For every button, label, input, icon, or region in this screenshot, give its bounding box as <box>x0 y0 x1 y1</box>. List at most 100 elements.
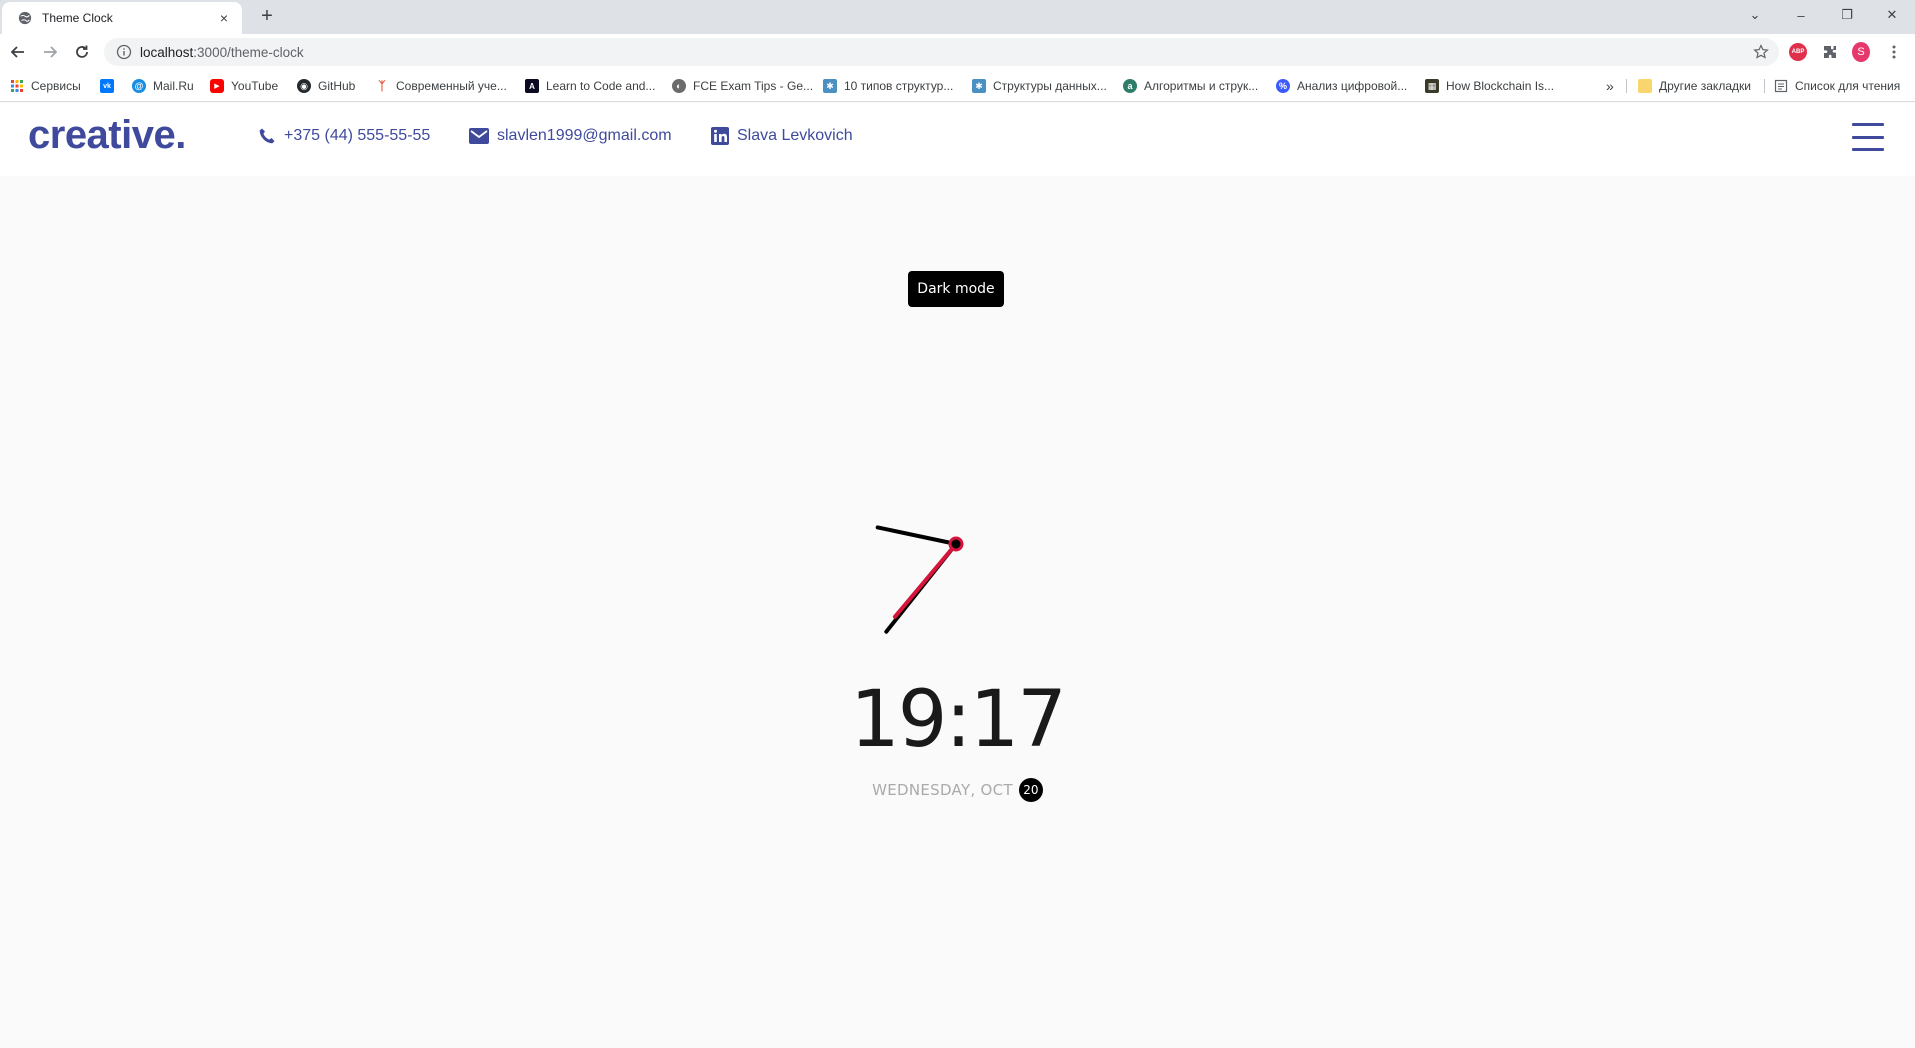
reading-list-icon <box>1774 79 1788 93</box>
bookmark-label: YouTube <box>231 79 279 93</box>
linkedin-link[interactable]: Slava Levkovich <box>711 127 853 145</box>
bookmark-item[interactable]: Сервисы <box>10 77 81 95</box>
bookmarks-separator <box>1626 79 1627 93</box>
browser-menu-button[interactable] <box>1885 43 1903 61</box>
hamburger-line <box>1852 135 1884 139</box>
restore-icon[interactable]: ❐ <box>1824 0 1870 30</box>
phone-icon <box>259 128 275 144</box>
bookmark-item[interactable]: vk <box>100 77 121 95</box>
hamburger-line <box>1852 148 1884 151</box>
bookmark-label: FCE Exam Tips - Ge... <box>693 79 814 93</box>
bookmark-item[interactable]: ▦ How Blockchain Is... <box>1425 77 1554 95</box>
browser-toolbar: localhost:3000/theme-clock ABP S <box>0 34 1915 70</box>
kebab-menu-icon <box>1892 45 1896 59</box>
analog-clock <box>875 525 964 634</box>
bookmark-item[interactable]: ✱ Структуры данных... <box>972 77 1107 95</box>
linkedin-name: Slava Levkovich <box>737 127 853 144</box>
habr-icon-2: ✱ <box>972 79 986 93</box>
bookmark-star-icon[interactable] <box>1753 44 1769 60</box>
window-close-icon[interactable]: ✕ <box>1869 0 1915 30</box>
freecodecamp-icon: A <box>525 79 539 93</box>
bookmark-label: Сервисы <box>31 79 81 93</box>
globe-icon <box>18 11 32 25</box>
bookmarks-overflow-button[interactable]: » <box>1606 77 1614 95</box>
vk-icon: vk <box>100 79 114 93</box>
profile-avatar: S <box>1852 42 1870 62</box>
hamburger-menu-icon[interactable] <box>1852 123 1884 151</box>
mailru-icon: @ <box>132 79 146 93</box>
hamburger-line <box>1852 123 1884 126</box>
phone-number: +375 (44) 555-55-55 <box>284 127 431 144</box>
dark-mode-toggle-button[interactable]: Dark mode <box>908 271 1004 307</box>
clock-center-dot <box>948 536 964 552</box>
email-icon <box>469 128 489 144</box>
bookmarks-separator <box>1764 79 1765 93</box>
analysis-icon: % <box>1276 79 1290 93</box>
reading-list-button[interactable]: Список для чтения <box>1774 77 1900 95</box>
youtube-icon: ▶ <box>210 79 224 93</box>
fce-icon: ◐ <box>672 79 686 93</box>
bookmark-label: Современный уче... <box>396 79 507 93</box>
bookmark-item[interactable]: ✱ 10 типов структур... <box>823 77 953 95</box>
forward-arrow-icon <box>44 46 58 58</box>
site-header: creative. +375 (44) 555-55-55 slavlen199… <box>0 103 1915 176</box>
tab-close-icon[interactable]: × <box>216 10 232 26</box>
url-host: localhost <box>140 44 194 60</box>
reload-icon <box>76 45 88 58</box>
bookmark-item[interactable]: @ Mail.Ru <box>132 77 194 95</box>
bookmark-item[interactable]: A Learn to Code and... <box>525 77 655 95</box>
browser-tab[interactable]: Theme Clock × <box>2 2 242 34</box>
date-display: WEDNESDAY, OCT 20 <box>0 778 1915 802</box>
bookmark-label: Learn to Code and... <box>546 79 656 93</box>
other-bookmarks-label: Другие закладки <box>1659 79 1751 93</box>
bookmark-label: 10 типов структур... <box>844 79 954 93</box>
url-path: :3000/theme-clock <box>193 44 304 60</box>
apps-grid-icon <box>11 80 23 92</box>
browser-tabstrip: Theme Clock × + ⌄ – ❐ ✕ <box>0 0 1915 34</box>
new-tab-button[interactable]: + <box>256 6 278 28</box>
profile-button[interactable]: S <box>1852 42 1870 62</box>
linkedin-icon <box>711 127 729 145</box>
day-badge: 20 <box>1018 778 1043 802</box>
puzzle-icon <box>1824 46 1836 58</box>
bookmark-label: Анализ цифровой... <box>1297 79 1408 93</box>
back-button[interactable] <box>6 40 30 64</box>
bookmark-label: Алгоритмы и струк... <box>1144 79 1259 93</box>
second-hand <box>892 542 958 619</box>
digital-time: 19:17 <box>850 675 1067 765</box>
tab-search-icon[interactable]: ⌄ <box>1732 0 1778 30</box>
bookmark-item[interactable]: ◉ GitHub <box>297 77 355 95</box>
extensions-button[interactable] <box>1821 43 1839 61</box>
javascript-info-icon: ᛉ <box>378 79 386 93</box>
site-logo[interactable]: creative. <box>28 113 186 158</box>
algo-icon: a <box>1123 79 1137 93</box>
bookmark-label: How Blockchain Is... <box>1446 79 1555 93</box>
forward-button[interactable] <box>38 40 62 64</box>
bookmark-item[interactable]: ◐ FCE Exam Tips - Ge... <box>672 77 813 95</box>
folder-icon <box>1638 79 1652 93</box>
site-info-icon[interactable] <box>116 44 132 60</box>
blockchain-icon: ▦ <box>1425 79 1439 93</box>
address-bar[interactable]: localhost:3000/theme-clock <box>104 38 1779 66</box>
bookmark-item[interactable]: ᛉ Современный уче... <box>375 77 507 95</box>
email-address: slavlen1999@gmail.com <box>497 127 672 144</box>
back-arrow-icon <box>10 46 24 58</box>
email-link[interactable]: slavlen1999@gmail.com <box>469 127 672 145</box>
bookmark-item[interactable]: ▶ YouTube <box>210 77 278 95</box>
phone-link[interactable]: +375 (44) 555-55-55 <box>258 127 430 145</box>
bookmark-item[interactable]: a Алгоритмы и струк... <box>1123 77 1258 95</box>
adblock-icon: ABP <box>1789 43 1807 61</box>
bookmark-label: GitHub <box>318 79 356 93</box>
date-text: WEDNESDAY, OCT <box>872 781 1013 799</box>
bookmarks-bar: Сервисы vk @ Mail.Ru ▶ YouTube ◉ GitHub … <box>0 70 1915 102</box>
reading-list-label: Список для чтения <box>1795 79 1901 93</box>
github-icon: ◉ <box>297 79 311 93</box>
habr-icon-1: ✱ <box>823 79 837 93</box>
other-bookmarks-folder[interactable]: Другие закладки <box>1638 77 1751 95</box>
minimize-icon[interactable]: – <box>1778 0 1824 30</box>
reload-button[interactable] <box>70 40 94 64</box>
bookmark-item[interactable]: % Анализ цифровой... <box>1276 77 1407 95</box>
adblock-extension-button[interactable]: ABP <box>1789 43 1807 61</box>
minute-hand <box>875 525 958 546</box>
bookmark-label: Структуры данных... <box>993 79 1107 93</box>
